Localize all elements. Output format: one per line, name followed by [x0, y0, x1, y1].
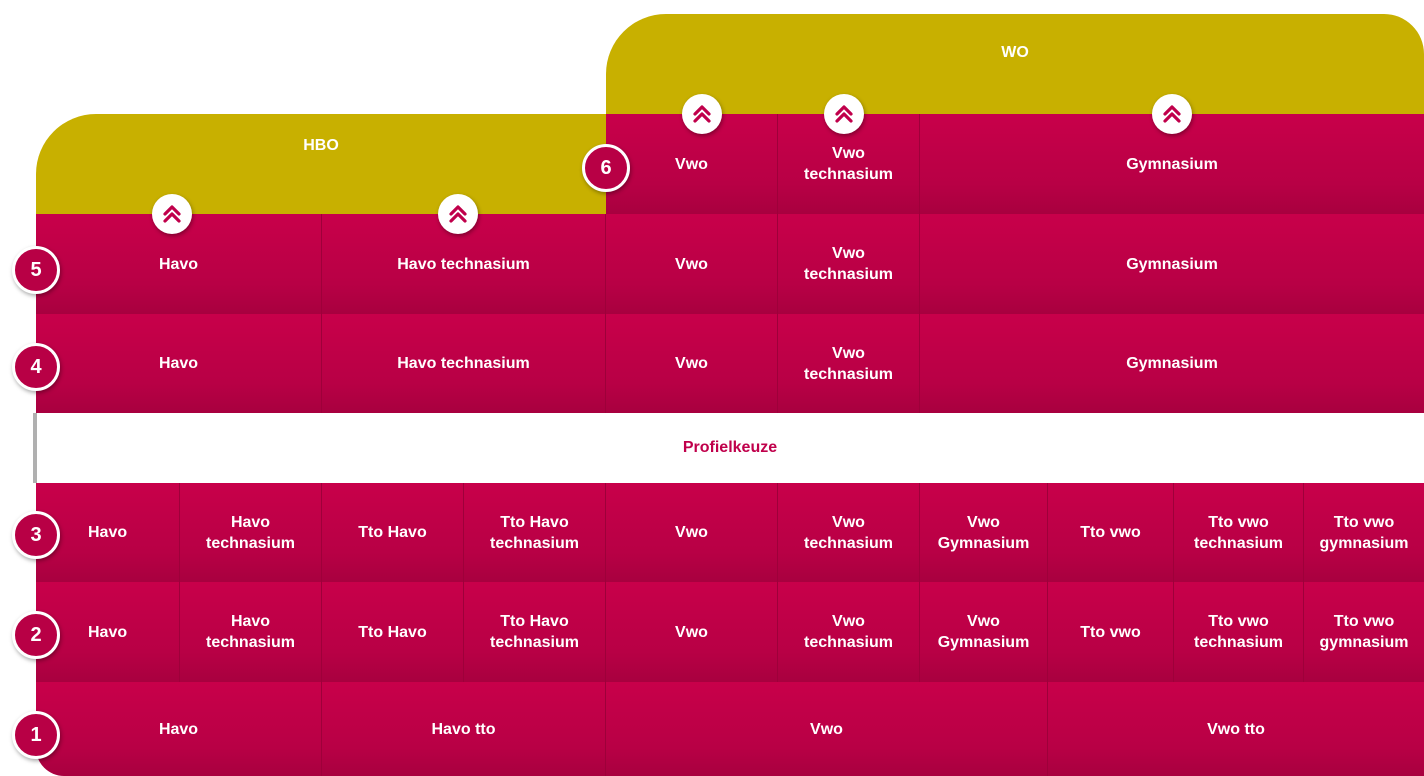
- wo-header: [606, 14, 1424, 118]
- row4-cell-gymnasium: Gymnasium: [920, 314, 1424, 413]
- row2-cell-havo-technasium: Havo technasium: [180, 582, 322, 682]
- row3-cell-tto-vwo: Tto vwo: [1048, 483, 1174, 582]
- level-6-badge: 6: [582, 144, 630, 192]
- row2-cell-vwo-gymnasium: Vwo Gymnasium: [920, 582, 1048, 682]
- hbo-title: HBO: [303, 137, 339, 154]
- row2-cell-tto-havo-technasium: Tto Havo technasium: [464, 582, 606, 682]
- wo-title: WO: [1001, 44, 1029, 61]
- row1-cell-vwo: Vwo: [606, 682, 1048, 776]
- row2-cell-tto-vwo-technasium: Tto vwo technasium: [1174, 582, 1304, 682]
- row3-cell-tto-havo: Tto Havo: [322, 483, 464, 582]
- profielkeuze-band: Profielkeuze: [36, 413, 1424, 483]
- row1-cell-havo-tto: Havo tto: [322, 682, 606, 776]
- row3-cell-vwo-gymnasium: Vwo Gymnasium: [920, 483, 1048, 582]
- row2-cell-tto-havo: Tto Havo: [322, 582, 464, 682]
- level-4-badge: 4: [12, 343, 60, 391]
- row3-cell-tto-havo-technasium: Tto Havo technasium: [464, 483, 606, 582]
- double-chevron-up-icon: [682, 94, 722, 134]
- row3-cell-havo-technasium: Havo technasium: [180, 483, 322, 582]
- double-chevron-up-icon: [438, 194, 478, 234]
- row2-cell-vwo-technasium: Vwo technasium: [778, 582, 920, 682]
- row5-cell-vwo: Vwo: [606, 214, 778, 314]
- row1-cell-vwo-tto: Vwo tto: [1048, 682, 1424, 776]
- hbo-header: [36, 114, 606, 214]
- level-1-badge: 1: [12, 711, 60, 759]
- row3-cell-vwo: Vwo: [606, 483, 778, 582]
- double-chevron-up-icon: [1152, 94, 1192, 134]
- row3-cell-tto-vwo-technasium: Tto vwo technasium: [1174, 483, 1304, 582]
- row5-cell-vwo-technasium: Vwo technasium: [778, 214, 920, 314]
- level-5-badge: 5: [12, 246, 60, 294]
- row4-cell-vwo-technasium: Vwo technasium: [778, 314, 920, 413]
- level-3-badge: 3: [12, 511, 60, 559]
- row4-cell-vwo: Vwo: [606, 314, 778, 413]
- row1-cell-havo: Havo: [36, 682, 322, 776]
- left-rule: [33, 413, 37, 483]
- double-chevron-up-icon: [824, 94, 864, 134]
- row2-cell-tto-vwo: Tto vwo: [1048, 582, 1174, 682]
- row5-cell-gymnasium: Gymnasium: [920, 214, 1424, 314]
- row3-cell-vwo-technasium: Vwo technasium: [778, 483, 920, 582]
- row2-cell-tto-vwo-gymnasium: Tto vwo gymnasium: [1304, 582, 1424, 682]
- row3-cell-tto-vwo-gymnasium: Tto vwo gymnasium: [1304, 483, 1424, 582]
- row4-cell-havo: Havo: [36, 314, 322, 413]
- row4-cell-havo-technasium: Havo technasium: [322, 314, 606, 413]
- row2-cell-vwo: Vwo: [606, 582, 778, 682]
- double-chevron-up-icon: [152, 194, 192, 234]
- level-2-badge: 2: [12, 611, 60, 659]
